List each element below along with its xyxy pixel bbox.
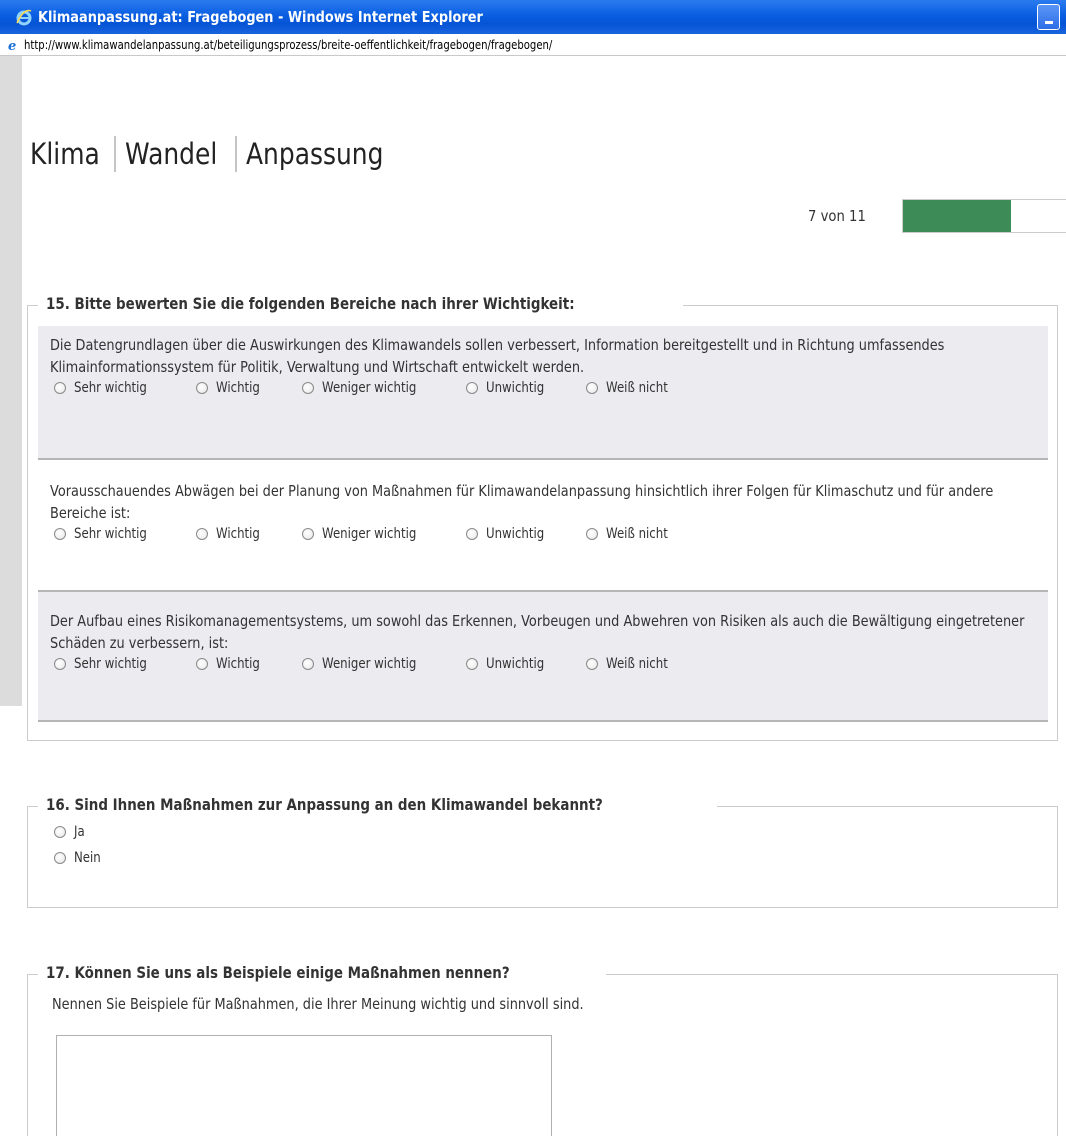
radio-button[interactable] — [302, 528, 314, 540]
question-17-answer-textarea[interactable] — [56, 1035, 552, 1136]
question-15-item-1-text: Die Datengrundlagen über die Auswirkunge… — [50, 336, 945, 376]
radio-button[interactable] — [54, 826, 66, 838]
logo-separator — [235, 136, 238, 172]
radio-button[interactable] — [54, 528, 66, 540]
question-15-item-2-text: Vorausschauendes Abwägen bei der Planung… — [50, 482, 994, 522]
internet-explorer-icon — [16, 8, 32, 26]
question-16-fieldset: 16. Sind Ihnen Maßnahmen zur Anpassung a… — [27, 795, 1058, 908]
minimize-icon — [1045, 21, 1053, 24]
radio-button[interactable] — [54, 658, 66, 670]
question-15-item-2: Vorausschauendes Abwägen bei der Planung… — [38, 460, 1048, 592]
radio-button[interactable] — [196, 382, 208, 394]
radio-button[interactable] — [586, 528, 598, 540]
option-ja[interactable]: Ja — [54, 819, 106, 845]
question-16-title: 16. Sind Ihnen Maßnahmen zur Anpassung a… — [38, 795, 717, 814]
progress-indicator: 7 von 11 — [808, 199, 1066, 233]
question-15-title: 15. Bitte bewerten Sie die folgenden Ber… — [38, 294, 684, 313]
logo-anpassung: Anpassung — [246, 137, 384, 171]
svg-text:e: e — [8, 39, 16, 52]
logo-separator — [114, 136, 117, 172]
option-sehr-wichtig[interactable]: Sehr wichtig — [54, 656, 196, 672]
left-gray-panel — [0, 56, 22, 706]
option-weniger-wichtig[interactable]: Weniger wichtig — [302, 380, 466, 396]
question-17-title: 17. Können Sie uns als Beispiele einige … — [38, 963, 606, 982]
address-bar[interactable]: e http://www.klimawandelanpassung.at/bet… — [0, 34, 1066, 56]
radio-button[interactable] — [54, 382, 66, 394]
progress-bar-fill — [903, 200, 1012, 232]
radio-button[interactable] — [302, 382, 314, 394]
rating-options: Sehr wichtig Wichtig Weniger wichtig Unw… — [54, 378, 1036, 398]
progress-label: 7 von 11 — [808, 207, 866, 225]
question-15-fieldset: 15. Bitte bewerten Sie die folgenden Ber… — [27, 294, 1058, 741]
radio-button[interactable] — [466, 528, 478, 540]
radio-button[interactable] — [466, 382, 478, 394]
radio-button[interactable] — [54, 852, 66, 864]
radio-button[interactable] — [302, 658, 314, 670]
option-sehr-wichtig[interactable]: Sehr wichtig — [54, 380, 196, 396]
site-logo[interactable]: Klima Wandel Anpassung — [30, 134, 406, 174]
question-15-item-3: Der Aufbau eines Risikomanagementsystems… — [38, 592, 1048, 722]
option-sehr-wichtig[interactable]: Sehr wichtig — [54, 526, 196, 542]
option-weiss-nicht[interactable]: Weiß nicht — [586, 526, 706, 542]
option-wichtig[interactable]: Wichtig — [196, 656, 302, 672]
ie-page-icon: e — [6, 37, 20, 54]
logo-wandel: Wandel — [125, 137, 218, 171]
option-weniger-wichtig[interactable]: Weniger wichtig — [302, 526, 466, 542]
window-title-bar[interactable]: Klimaanpassung.at: Fragebogen - Windows … — [0, 0, 1066, 34]
option-unwichtig[interactable]: Unwichtig — [466, 526, 586, 542]
option-weiss-nicht[interactable]: Weiß nicht — [586, 656, 706, 672]
window-title: Klimaanpassung.at: Fragebogen - Windows … — [38, 8, 483, 26]
logo-klima: Klima — [30, 137, 100, 171]
radio-button[interactable] — [466, 658, 478, 670]
question-15-item-1: Die Datengrundlagen über die Auswirkunge… — [38, 326, 1048, 460]
question-17-hint: Nennen Sie Beispiele für Maßnahmen, die … — [52, 995, 584, 1013]
question-17-fieldset: 17. Können Sie uns als Beispiele einige … — [27, 963, 1058, 1136]
radio-button[interactable] — [196, 528, 208, 540]
address-url[interactable]: http://www.klimawandelanpassung.at/betei… — [24, 38, 552, 52]
option-wichtig[interactable]: Wichtig — [196, 380, 302, 396]
rating-options: Sehr wichtig Wichtig Weniger wichtig Unw… — [54, 524, 1036, 544]
option-unwichtig[interactable]: Unwichtig — [466, 656, 586, 672]
minimize-button[interactable] — [1037, 4, 1060, 30]
option-unwichtig[interactable]: Unwichtig — [466, 380, 586, 396]
radio-button[interactable] — [586, 382, 598, 394]
radio-button[interactable] — [586, 658, 598, 670]
option-nein[interactable]: Nein — [54, 845, 106, 871]
question-15-item-3-text: Der Aufbau eines Risikomanagementsystems… — [50, 612, 1025, 652]
option-wichtig[interactable]: Wichtig — [196, 526, 302, 542]
question-16-options: Ja Nein — [54, 819, 106, 871]
progress-bar — [902, 199, 1066, 233]
radio-button[interactable] — [196, 658, 208, 670]
option-weiss-nicht[interactable]: Weiß nicht — [586, 380, 706, 396]
option-weniger-wichtig[interactable]: Weniger wichtig — [302, 656, 466, 672]
rating-options: Sehr wichtig Wichtig Weniger wichtig Unw… — [54, 654, 1036, 674]
